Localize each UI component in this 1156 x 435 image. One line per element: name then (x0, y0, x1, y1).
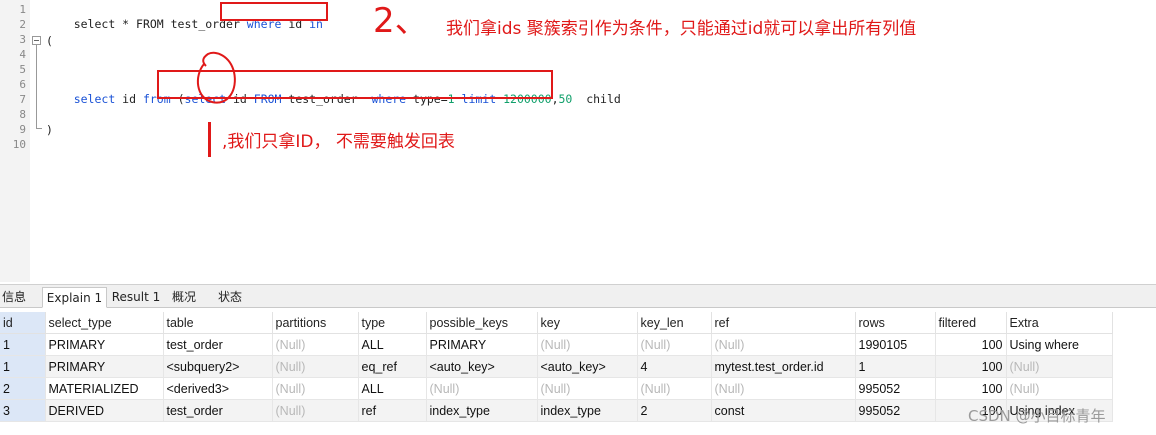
line-number: 2 (19, 18, 26, 31)
table-cell[interactable]: Using where (1006, 333, 1113, 356)
table-cell[interactable]: 100 (935, 333, 1007, 356)
tab-profile[interactable]: 概况 (166, 287, 202, 308)
column-header-Extra[interactable]: Extra (1006, 312, 1113, 334)
code-token: id (115, 92, 143, 106)
line-number: 7 (19, 93, 26, 106)
table-cell[interactable]: 1990105 (855, 333, 936, 356)
column-header-possible-keys[interactable]: possible_keys (426, 312, 538, 334)
table-cell[interactable]: index_type (426, 399, 538, 422)
fold-guide (36, 45, 37, 128)
column-header-table[interactable]: table (163, 312, 273, 334)
code-line-9: ) (46, 123, 53, 137)
table-cell[interactable]: DERIVED (45, 399, 164, 422)
table-cell[interactable]: 100 (935, 355, 1007, 378)
table-cell[interactable]: test_order (163, 333, 273, 356)
table-cell[interactable]: ref (358, 399, 427, 422)
highlight-where-id-in (220, 2, 328, 21)
line-number: 9 (19, 123, 26, 136)
table-cell[interactable]: <subquery2> (163, 355, 273, 378)
code-line-3: ( (46, 34, 53, 48)
table-cell[interactable]: (Null) (1006, 377, 1113, 400)
table-cell[interactable]: 1 (0, 355, 46, 378)
watermark: CSDN @小目标青年 (968, 407, 1106, 425)
table-cell[interactable]: (Null) (272, 399, 359, 422)
table-row[interactable]: 3 DERIVED test_order (Null) ref index_type ind… (0, 399, 1113, 422)
table-cell[interactable]: index_type (537, 399, 638, 422)
column-header-type[interactable]: type (358, 312, 427, 334)
annotation-marker (208, 122, 211, 157)
table-cell[interactable]: (Null) (637, 333, 712, 356)
table-cell[interactable]: 2 (637, 399, 712, 422)
column-header-id[interactable]: id (0, 312, 46, 334)
tab-result-1[interactable]: Result 1 (108, 287, 164, 308)
annotation-step-number: 2、 (373, 1, 429, 41)
table-cell[interactable]: <auto_key> (426, 355, 538, 378)
line-number: 5 (19, 63, 26, 76)
column-header-key-len[interactable]: key_len (637, 312, 712, 334)
table-cell[interactable]: 4 (637, 355, 712, 378)
table-cell[interactable]: const (711, 399, 856, 422)
keyword-select: select (73, 92, 116, 106)
column-header-ref[interactable]: ref (711, 312, 856, 334)
table-cell[interactable]: 1 (855, 355, 936, 378)
table-cell[interactable]: (Null) (711, 377, 856, 400)
column-header-partitions[interactable]: partitions (272, 312, 359, 334)
line-number: 10 (12, 138, 26, 151)
table-cell[interactable]: 2 (0, 377, 46, 400)
handdrawn-circle-icon (196, 51, 236, 104)
table-row[interactable]: 1 PRIMARY test_order (Null) ALL PRIMARY (Null)… (0, 333, 1113, 356)
table-cell[interactable]: <auto_key> (537, 355, 638, 378)
line-number: 4 (19, 48, 26, 61)
table-cell[interactable]: (Null) (1006, 355, 1113, 378)
result-tab-bar: 信息 Explain 1 Result 1 概况 状态 (0, 284, 1156, 308)
table-cell[interactable]: 995052 (855, 377, 936, 400)
annotation-mid: ,我们只拿ID， 不需要触发回表 (222, 132, 455, 152)
table-cell[interactable]: mytest.test_order.id (711, 355, 856, 378)
table-cell[interactable]: (Null) (272, 333, 359, 356)
table-cell[interactable]: PRIMARY (45, 333, 164, 356)
grid-header-row: id select_type table partitions type possible… (0, 312, 1113, 334)
column-header-select-type[interactable]: select_type (45, 312, 164, 334)
table-cell[interactable]: test_order (163, 399, 273, 422)
table-row[interactable]: 2 MATERIALIZED <derived3> (Null) ALL (Null) (N… (0, 377, 1113, 400)
table-cell[interactable]: 3 (0, 399, 46, 422)
annotation-top: 我们拿ids 聚簇索引作为条件，只能通过id就可以拿出所有列值 (446, 19, 917, 39)
column-header-filtered[interactable]: filtered (935, 312, 1007, 334)
table-cell[interactable]: PRIMARY (45, 355, 164, 378)
line-number: 6 (19, 78, 26, 91)
table-cell[interactable]: (Null) (637, 377, 712, 400)
code-token: child (572, 92, 621, 106)
table-cell[interactable]: 100 (935, 377, 1007, 400)
tab-explain-1[interactable]: Explain 1 (42, 287, 107, 308)
table-cell[interactable]: (Null) (711, 333, 856, 356)
table-cell[interactable]: ALL (358, 377, 427, 400)
table-row[interactable]: 1 PRIMARY <subquery2> (Null) eq_ref <auto_key… (0, 355, 1113, 378)
line-number: 1 (19, 3, 26, 16)
tab-info[interactable]: 信息 (0, 287, 28, 308)
table-cell[interactable]: ALL (358, 333, 427, 356)
fold-end-marker (36, 128, 42, 129)
table-cell[interactable]: MATERIALIZED (45, 377, 164, 400)
column-header-rows[interactable]: rows (855, 312, 936, 334)
table-cell[interactable]: 1 (0, 333, 46, 356)
table-cell[interactable]: (Null) (537, 377, 638, 400)
tab-status[interactable]: 状态 (212, 287, 248, 308)
table-cell[interactable]: (Null) (272, 355, 359, 378)
table-cell[interactable]: (Null) (272, 377, 359, 400)
line-number: 3 (19, 33, 26, 46)
fold-toggle-icon[interactable] (32, 36, 41, 45)
number-literal: 50 (558, 92, 573, 106)
column-header-key[interactable]: key (537, 312, 638, 334)
table-cell[interactable]: <derived3> (163, 377, 273, 400)
sql-editor[interactable]: 1 2 3 4 5 6 7 8 9 10 select * FROM test_order whe… (0, 0, 1156, 282)
line-number: 8 (19, 108, 26, 121)
table-cell[interactable]: eq_ref (358, 355, 427, 378)
table-cell[interactable]: (Null) (426, 377, 538, 400)
table-cell[interactable]: (Null) (537, 333, 638, 356)
table-cell[interactable]: PRIMARY (426, 333, 538, 356)
table-cell[interactable]: 995052 (855, 399, 936, 422)
explain-result-grid[interactable]: id select_type table partitions type possible… (0, 312, 1113, 422)
